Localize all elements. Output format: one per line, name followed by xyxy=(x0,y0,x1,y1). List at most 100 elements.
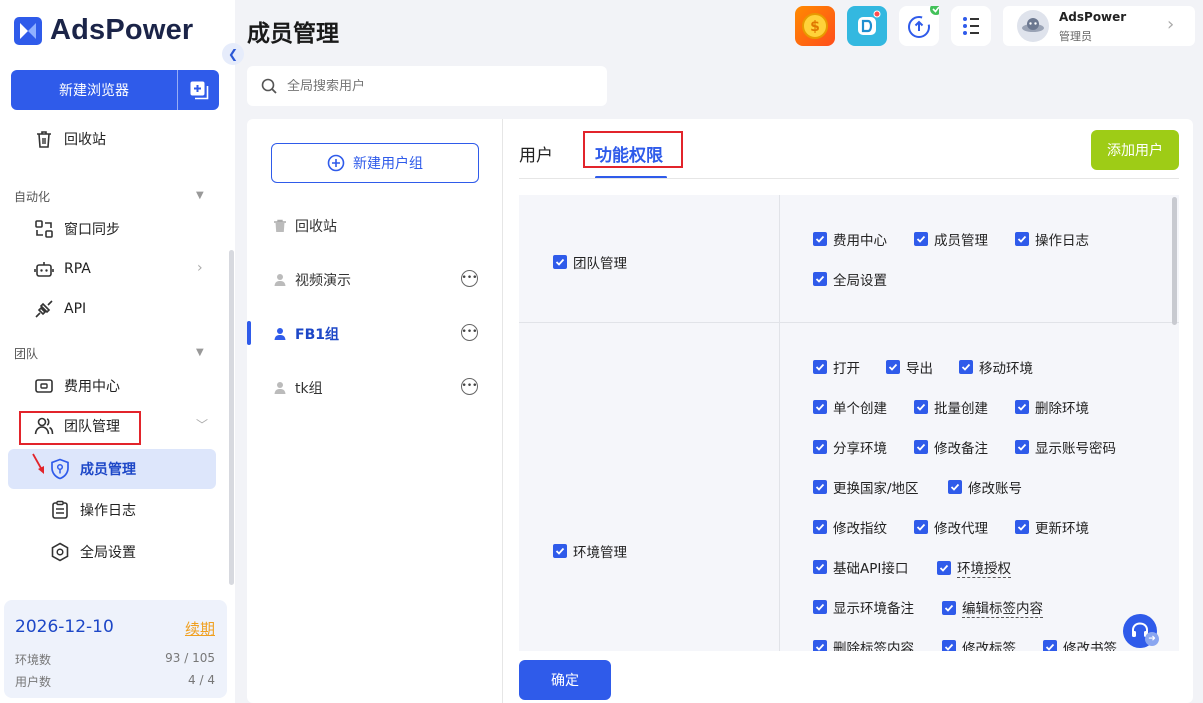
batch-create-button[interactable] xyxy=(178,80,219,100)
adspower-logo-icon xyxy=(14,16,42,45)
checkbox-permission[interactable]: 修改指纹 xyxy=(813,517,887,537)
sidebar-item-billing-center[interactable]: 费用中心 xyxy=(34,376,120,396)
user-name: AdsPower xyxy=(1059,10,1127,24)
hexagon-settings-icon xyxy=(51,542,69,562)
search-icon xyxy=(261,78,277,94)
sidebar-item-recycle-bin[interactable]: 回收站 xyxy=(34,129,106,149)
checkbox-checked-icon xyxy=(886,360,900,374)
app-name: AdsPower xyxy=(50,14,194,46)
checkbox-environment-management[interactable]: 环境管理 xyxy=(553,541,627,561)
checkbox-permission[interactable]: 单个创建 xyxy=(813,397,887,417)
sidebar-item-window-sync[interactable]: 窗口同步 xyxy=(34,219,120,239)
checkbox-permission[interactable]: 导出 xyxy=(886,357,933,377)
checkbox-permission[interactable]: 修改备注 xyxy=(914,437,988,457)
checkbox-label: 批量创建 xyxy=(934,401,988,417)
sync-button[interactable] xyxy=(899,3,942,46)
sidebar-item-operation-log[interactable]: 操作日志 xyxy=(50,500,136,520)
checkbox-permission[interactable]: 成员管理 xyxy=(914,229,988,249)
checkbox-permission[interactable]: 更换国家/地区 xyxy=(813,477,919,497)
add-user-button[interactable]: 添加用户 xyxy=(1091,130,1179,170)
divider xyxy=(779,195,780,651)
active-indicator xyxy=(247,321,251,345)
member-management-panel: 新建用户组 回收站 视频演示 ••• FB1组 ••• tk组 ••• 用户 功… xyxy=(247,119,1193,703)
more-options-icon[interactable]: ••• xyxy=(461,324,478,341)
checkbox-label: 导出 xyxy=(906,361,933,377)
checkbox-permission[interactable]: 修改标签 xyxy=(942,637,1016,651)
more-options-icon[interactable]: ••• xyxy=(461,270,478,287)
section-label-team: 团队 xyxy=(14,347,39,361)
checkbox-permission[interactable]: 显示环境备注 xyxy=(813,597,914,617)
checkbox-permission[interactable]: 批量创建 xyxy=(914,397,988,417)
checkbox-label: 全局设置 xyxy=(833,273,887,289)
renew-link[interactable]: 续期 xyxy=(185,618,215,639)
checkbox-permission[interactable]: 移动环境 xyxy=(959,357,1033,377)
user-account-menu[interactable]: AdsPower 管理员 › xyxy=(1003,6,1195,46)
checkbox-permission[interactable]: 全局设置 xyxy=(813,269,887,289)
checkbox-label: 环境管理 xyxy=(573,545,627,561)
env-count-value: 93 / 105 xyxy=(165,651,215,665)
group-item-active[interactable]: FB1组 xyxy=(273,324,339,344)
subscription-card: 2026-12-10 续期 环境数 93 / 105 用户数 4 / 4 xyxy=(4,600,227,698)
checkbox-label: 删除标签内容 xyxy=(833,641,914,651)
plug-icon xyxy=(35,300,53,318)
checkbox-permission[interactable]: 修改账号 xyxy=(948,477,1022,497)
svg-text:$: $ xyxy=(810,19,820,35)
checkbox-checked-icon xyxy=(813,360,827,374)
search-input[interactable] xyxy=(287,78,587,94)
checkbox-permission[interactable]: 打开 xyxy=(813,357,860,377)
checkbox-checked-icon xyxy=(1015,232,1029,246)
app-center-button[interactable] xyxy=(847,6,887,46)
group-item-label: FB1组 xyxy=(295,327,339,343)
new-user-group-button[interactable]: 新建用户组 xyxy=(271,143,479,183)
checkbox-permission[interactable]: 修改代理 xyxy=(914,517,988,537)
chevron-right-icon: › xyxy=(1167,14,1175,35)
collapse-sidebar-button[interactable]: ❮ xyxy=(222,43,244,65)
section-collapse-icon[interactable]: ▼ xyxy=(196,190,204,201)
sidebar-scrollbar[interactable] xyxy=(229,250,234,585)
app-logo[interactable]: AdsPower xyxy=(14,14,193,47)
checkbox-label: 更换国家/地区 xyxy=(833,481,919,497)
sidebar-item-label: 成员管理 xyxy=(80,462,136,478)
section-collapse-icon[interactable]: ▼ xyxy=(196,347,204,358)
checkbox-checked-icon xyxy=(942,640,956,651)
more-options-icon[interactable]: ••• xyxy=(461,378,478,395)
checkbox-checked-icon xyxy=(1043,640,1057,651)
coin-reward-button[interactable]: $ xyxy=(795,6,835,46)
checkbox-permission[interactable]: 修改书签 xyxy=(1043,637,1117,651)
checkbox-team-management[interactable]: 团队管理 xyxy=(553,252,627,272)
new-browser-button[interactable]: 新建浏览器 xyxy=(11,70,219,110)
checkbox-permission[interactable]: 删除标签内容 xyxy=(813,637,914,651)
checkbox-checked-icon xyxy=(813,440,827,454)
checkbox-label: 编辑标签内容 xyxy=(962,597,1043,618)
checkbox-permission[interactable]: 显示账号密码 xyxy=(1015,437,1116,457)
checkbox-permission[interactable]: 环境授权 xyxy=(937,557,1011,578)
checkbox-permission[interactable]: 操作日志 xyxy=(1015,229,1089,249)
sidebar-item-api[interactable]: API xyxy=(34,299,86,319)
add-square-icon xyxy=(190,81,208,100)
checkbox-permission[interactable]: 基础API接口 xyxy=(813,557,908,577)
checkbox-checked-icon xyxy=(914,232,928,246)
permission-scrollbar[interactable] xyxy=(1172,197,1177,325)
coin-icon: $ xyxy=(802,13,828,39)
task-list-button[interactable] xyxy=(951,6,991,46)
group-item[interactable]: tk组 xyxy=(273,378,323,398)
arrow-right-icon[interactable]: ➜ xyxy=(1145,632,1159,646)
confirm-button[interactable]: 确定 xyxy=(519,660,611,700)
checkbox-permission[interactable]: 费用中心 xyxy=(813,229,887,249)
checkbox-permission[interactable]: 更新环境 xyxy=(1015,517,1089,537)
checkbox-label: 修改备注 xyxy=(934,441,988,457)
checkbox-permission[interactable]: 分享环境 xyxy=(813,437,887,457)
checkbox-label: 分享环境 xyxy=(833,441,887,457)
tab-users[interactable]: 用户 xyxy=(519,141,553,166)
checkbox-permission[interactable]: 编辑标签内容 xyxy=(942,597,1043,618)
group-item-recycle-bin[interactable]: 回收站 xyxy=(273,216,337,236)
checkbox-checked-icon xyxy=(813,560,827,574)
sidebar-item-member-management[interactable]: 成员管理 xyxy=(50,458,136,480)
checkbox-permission[interactable]: 删除环境 xyxy=(1015,397,1089,417)
sidebar-item-global-settings[interactable]: 全局设置 xyxy=(50,542,136,562)
sidebar-item-rpa[interactable]: RPA xyxy=(34,259,91,279)
shield-key-icon xyxy=(51,458,69,480)
window-sync-icon xyxy=(35,220,53,238)
checkbox-label: 修改代理 xyxy=(934,521,988,537)
group-item[interactable]: 视频演示 xyxy=(273,270,351,290)
